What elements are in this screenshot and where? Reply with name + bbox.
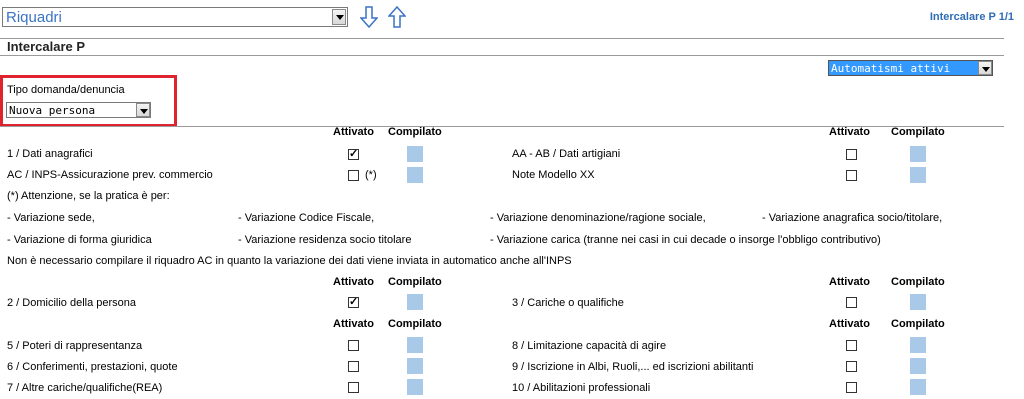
attivato-checkbox[interactable]: [348, 170, 359, 181]
row-label[interactable]: Note Modello XX: [512, 169, 595, 181]
compilato-indicator: [407, 167, 423, 183]
compilato-indicator: [910, 294, 926, 310]
attivato-checkbox[interactable]: [348, 382, 359, 393]
note-item: - Variazione residenza socio titolare: [238, 234, 412, 246]
row-label[interactable]: AA - AB / Dati artigiani: [512, 148, 620, 160]
section-select[interactable]: Riquadri: [2, 7, 348, 27]
automatismi-value: Automatismi attivi: [831, 62, 951, 75]
row-label[interactable]: 3 / Cariche o qualifiche: [512, 297, 624, 309]
note-item: - Variazione sede,: [7, 212, 95, 224]
note-item: - Variazione denominazione/ragione socia…: [490, 212, 706, 224]
col-attivato: Attivato: [829, 276, 870, 288]
row-label[interactable]: 2 / Domicilio della persona: [7, 297, 136, 309]
note-intro: (*) Attenzione, se la pratica è per:: [7, 190, 170, 202]
row-label[interactable]: 8 / Limitazione capacità di agire: [512, 340, 666, 352]
compilato-indicator: [407, 294, 423, 310]
attivato-checkbox[interactable]: [348, 361, 359, 372]
highlight-box: [0, 75, 177, 127]
divider: [0, 38, 1004, 39]
compilato-indicator: [910, 167, 926, 183]
row-label[interactable]: 1 / Dati anagrafici: [7, 148, 93, 160]
row-label[interactable]: 9 / Iscrizione in Albi, Ruoli,... ed isc…: [512, 361, 754, 373]
arrow-up-icon[interactable]: [388, 6, 406, 28]
tipo-label: Tipo domanda/denuncia: [7, 84, 125, 96]
automatismi-select[interactable]: Automatismi attivi: [828, 60, 993, 76]
col-compilato: Compilato: [388, 318, 442, 330]
divider: [0, 55, 1004, 56]
row-label[interactable]: AC / INPS-Assicurazione prev. commercio: [7, 169, 213, 181]
row-label[interactable]: 6 / Conferimenti, prestazioni, quote: [7, 361, 178, 373]
attivato-checkbox[interactable]: [348, 340, 359, 351]
tipo-select-value: Nuova persona: [9, 104, 96, 117]
compilato-indicator: [407, 337, 423, 353]
attivato-checkbox[interactable]: [846, 297, 857, 308]
chevron-down-icon[interactable]: [332, 9, 346, 25]
attivato-checkbox[interactable]: [846, 382, 857, 393]
chevron-down-icon[interactable]: [136, 103, 150, 117]
compilato-indicator: [910, 358, 926, 374]
note-item: - Variazione Codice Fiscale,: [238, 212, 375, 224]
col-attivato: Attivato: [829, 126, 870, 138]
compilato-indicator: [407, 358, 423, 374]
tipo-select[interactable]: Nuova persona: [6, 102, 151, 118]
col-compilato: Compilato: [388, 126, 442, 138]
section-select-value: Riquadri: [6, 9, 62, 26]
note-item: - Variazione carica (tranne nei casi in …: [490, 234, 881, 246]
attivato-checkbox[interactable]: [348, 147, 359, 160]
col-attivato: Attivato: [333, 126, 374, 138]
compilato-indicator: [910, 337, 926, 353]
row-label[interactable]: 10 / Abilitazioni professionali: [512, 382, 650, 394]
note-conclusion: Non è necessario compilare il riquadro A…: [7, 255, 572, 267]
compilato-indicator: [910, 379, 926, 395]
compilato-indicator: [407, 379, 423, 395]
note-item: - Variazione di forma giuridica: [7, 234, 152, 246]
row-label[interactable]: 7 / Altre cariche/qualifiche(REA): [7, 382, 162, 394]
col-attivato: Attivato: [333, 276, 374, 288]
col-attivato: Attivato: [333, 318, 374, 330]
attivato-checkbox[interactable]: [846, 340, 857, 351]
note-item: - Variazione anagrafica socio/titolare,: [762, 212, 943, 224]
page-indicator: Intercalare P 1/1: [929, 11, 1014, 23]
attivato-checkbox[interactable]: [846, 361, 857, 372]
row-label[interactable]: 5 / Poteri di rappresentanza: [7, 340, 142, 352]
col-compilato: Compilato: [891, 318, 945, 330]
col-compilato: Compilato: [891, 126, 945, 138]
attivato-checkbox[interactable]: [846, 170, 857, 181]
arrow-down-icon[interactable]: [360, 6, 378, 28]
compilato-indicator: [407, 146, 423, 162]
col-compilato: Compilato: [891, 276, 945, 288]
attivato-checkbox[interactable]: [348, 295, 359, 308]
chevron-down-icon[interactable]: [978, 61, 992, 75]
col-attivato: Attivato: [829, 318, 870, 330]
attivato-checkbox[interactable]: [846, 149, 857, 160]
compilato-indicator: [910, 146, 926, 162]
form-title: Intercalare P: [7, 39, 86, 54]
col-compilato: Compilato: [388, 276, 442, 288]
asterisk-note: (*): [365, 169, 377, 181]
